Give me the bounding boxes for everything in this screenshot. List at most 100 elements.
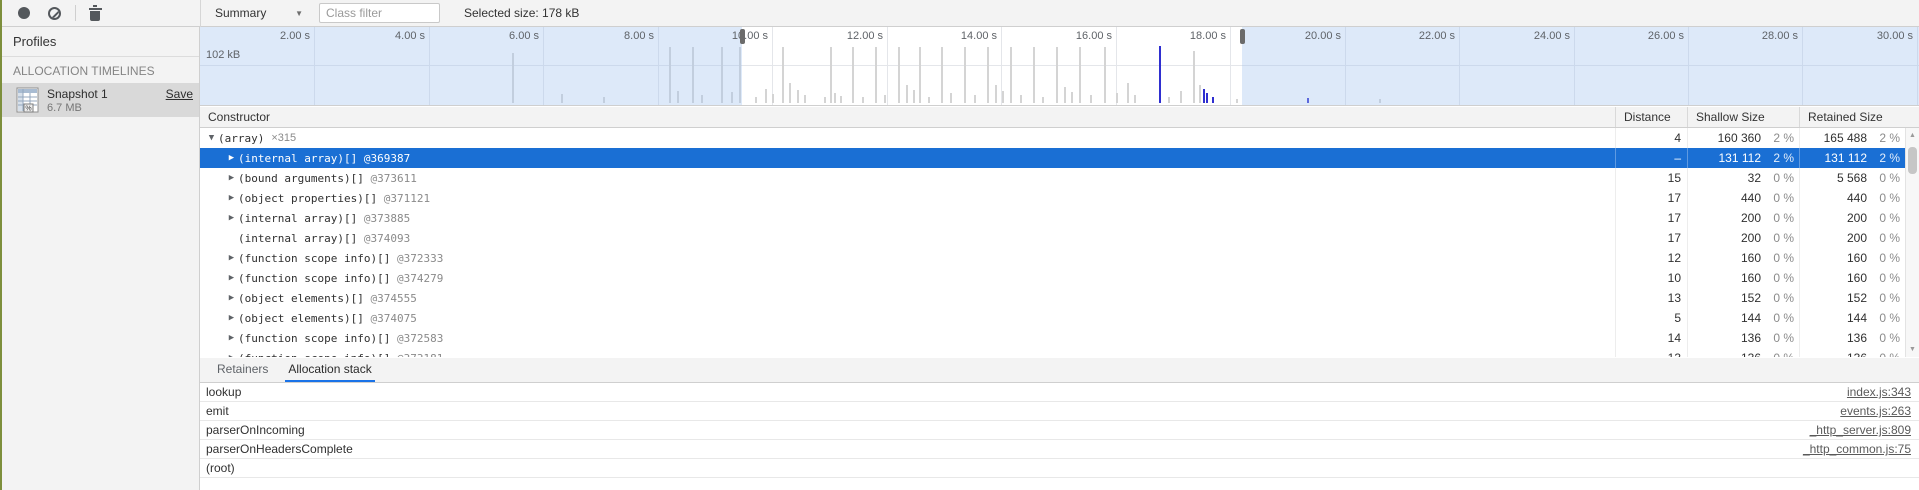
scroll-down-icon[interactable]: ▼ bbox=[1906, 343, 1919, 356]
toolbar-separator bbox=[75, 5, 76, 21]
heap-object-row-@374555[interactable]: ▶(object elements)[] @374555131520 %1520… bbox=[200, 288, 1905, 308]
expand-icon[interactable]: ▶ bbox=[225, 153, 238, 163]
expand-icon[interactable]: ▶ bbox=[225, 353, 238, 357]
constructor-name: (bound arguments)[] bbox=[238, 172, 370, 185]
expand-icon[interactable]: ▶ bbox=[225, 173, 238, 183]
scrollbar-thumb[interactable] bbox=[1908, 147, 1917, 174]
expand-icon[interactable]: ▶ bbox=[225, 273, 238, 283]
heap-object-row-@374279[interactable]: ▶(function scope info)[] @374279101600 %… bbox=[200, 268, 1905, 288]
allocation-bar-freed bbox=[974, 95, 976, 103]
retained-size-value: 200 bbox=[1800, 231, 1867, 245]
expand-icon[interactable]: ▶ bbox=[225, 253, 238, 263]
overview-tick-label: 28.00 s bbox=[1734, 30, 1798, 42]
stack-frame-row: lookupindex.js:343 bbox=[200, 383, 1919, 402]
devtools-memory-panel: Summary ▼ Selected size: 178 kB Profiles… bbox=[0, 0, 1919, 490]
shallow-size-percent: 0 % bbox=[1761, 211, 1799, 225]
retained-size-value: 5 568 bbox=[1800, 171, 1867, 185]
shallow-size-value: 200 bbox=[1688, 231, 1761, 245]
object-id: @369387 bbox=[364, 152, 410, 165]
column-header-distance[interactable]: Distance bbox=[1616, 107, 1688, 127]
heap-object-row--array-[interactable]: ▼(array)×3154160 3602 %165 4882 % bbox=[200, 128, 1905, 148]
constructor-name: (internal array)[] bbox=[238, 232, 364, 245]
allocation-bar-freed bbox=[875, 47, 877, 103]
heap-object-row-@371121[interactable]: ▶(object properties)[] @371121174400 %44… bbox=[200, 188, 1905, 208]
allocation-bar-freed bbox=[840, 96, 842, 103]
source-location-link[interactable]: index.js:343 bbox=[1847, 385, 1911, 399]
distance-value: 13 bbox=[1616, 288, 1688, 308]
heap-object-row-@374075[interactable]: ▶(object elements)[] @37407551440 %1440 … bbox=[200, 308, 1905, 328]
distance-value: 10 bbox=[1616, 268, 1688, 288]
allocation-bar-live bbox=[1203, 89, 1205, 103]
overview-dim-right bbox=[1242, 27, 1919, 105]
shallow-size-value: 160 bbox=[1688, 251, 1761, 265]
heap-object-row-@372333[interactable]: ▶(function scope info)[] @372333121600 %… bbox=[200, 248, 1905, 268]
snapshot-name: Snapshot 1 bbox=[47, 87, 108, 101]
profiler-toolbar: Summary ▼ Selected size: 178 kB bbox=[0, 0, 1919, 27]
allocation-bar-freed bbox=[928, 97, 930, 103]
class-filter-input[interactable] bbox=[319, 3, 440, 23]
collapse-icon[interactable]: ▼ bbox=[205, 133, 218, 143]
shallow-size-percent: 0 % bbox=[1761, 191, 1799, 205]
object-id: @371121 bbox=[384, 192, 430, 205]
snapshot-save-link[interactable]: Save bbox=[166, 87, 193, 101]
distance-value: 17 bbox=[1616, 188, 1688, 208]
heap-grid-header: Constructor Distance Shallow Size Retain… bbox=[200, 107, 1919, 128]
allocation-bar-freed bbox=[1002, 91, 1004, 103]
retained-size-value: 136 bbox=[1800, 331, 1867, 345]
column-header-constructor[interactable]: Constructor bbox=[200, 107, 1616, 127]
expand-icon[interactable]: ▶ bbox=[225, 213, 238, 223]
overview-tick-label: 14.00 s bbox=[933, 30, 997, 42]
column-header-retained-size[interactable]: Retained Size bbox=[1800, 107, 1905, 127]
source-location-link[interactable]: _http_server.js:809 bbox=[1810, 423, 1911, 437]
tab-allocation-stack[interactable]: Allocation stack bbox=[285, 358, 374, 382]
overview-tick-label: 8.00 s bbox=[590, 30, 654, 42]
shallow-size-percent: 0 % bbox=[1761, 291, 1799, 305]
selection-handle-right[interactable] bbox=[1240, 29, 1245, 44]
source-location-link[interactable]: events.js:263 bbox=[1840, 404, 1911, 418]
expand-icon[interactable]: ▶ bbox=[225, 313, 238, 323]
shallow-size-value: 160 bbox=[1688, 271, 1761, 285]
retained-size-percent: 0 % bbox=[1867, 171, 1905, 185]
allocation-bar-freed bbox=[1020, 95, 1022, 103]
sidebar-item-snapshot-1[interactable]: % Snapshot 1 Save 6.7 MB bbox=[2, 83, 199, 117]
heap-object-row-@373885[interactable]: ▶(internal array)[] @373885172000 %2000 … bbox=[200, 208, 1905, 228]
shallow-size-percent: 0 % bbox=[1761, 351, 1799, 357]
expand-icon[interactable]: ▶ bbox=[225, 293, 238, 303]
timeline-overview[interactable]: 102 kB2.00 s4.00 s6.00 s8.00 s10.00 s12.… bbox=[200, 27, 1919, 106]
overview-tick-label: 10.00 s bbox=[704, 30, 768, 42]
profiler-toolbar-left bbox=[2, 0, 200, 26]
heap-object-row-@374093[interactable]: (internal array)[] @374093172000 %2000 % bbox=[200, 228, 1905, 248]
allocation-bar-freed bbox=[782, 47, 784, 103]
instance-count: ×315 bbox=[271, 132, 296, 144]
record-button[interactable] bbox=[11, 0, 37, 26]
allocation-bar-freed bbox=[1090, 95, 1092, 103]
clear-profiles-button[interactable] bbox=[41, 0, 67, 26]
perspective-select[interactable]: Summary ▼ bbox=[215, 2, 307, 24]
shallow-size-percent: 0 % bbox=[1761, 171, 1799, 185]
heap-object-row-@373181[interactable]: ▶(function scope info)[] @373181131360 %… bbox=[200, 348, 1905, 357]
selection-handle-left[interactable] bbox=[740, 29, 745, 44]
source-location-link[interactable]: _http_common.js:75 bbox=[1803, 442, 1911, 456]
heap-object-row-@373611[interactable]: ▶(bound arguments)[] @37361115320 %5 568… bbox=[200, 168, 1905, 188]
allocation-bar-freed bbox=[1079, 47, 1081, 103]
shallow-size-value: 152 bbox=[1688, 291, 1761, 305]
grid-scrollbar[interactable]: ▲ ▼ bbox=[1905, 128, 1919, 357]
scroll-up-icon[interactable]: ▲ bbox=[1906, 129, 1919, 142]
allocation-stack-panel: lookupindex.js:343emitevents.js:263parse… bbox=[200, 383, 1919, 490]
heap-object-row-@369387[interactable]: ▶(internal array)[] @369387–131 1122 %13… bbox=[200, 148, 1905, 168]
shallow-size-value: 200 bbox=[1688, 211, 1761, 225]
snapshot-text: Snapshot 1 Save 6.7 MB bbox=[47, 87, 199, 114]
overview-tick-label: 18.00 s bbox=[1162, 30, 1226, 42]
constructor-name: (internal array)[] bbox=[238, 152, 364, 165]
allocation-bar-freed bbox=[950, 93, 952, 103]
shallow-size-percent: 0 % bbox=[1761, 311, 1799, 325]
heap-object-row-@372583[interactable]: ▶(function scope info)[] @372583141360 %… bbox=[200, 328, 1905, 348]
allocation-bar-freed bbox=[995, 85, 997, 103]
tab-retainers[interactable]: Retainers bbox=[214, 358, 271, 382]
delete-profile-button[interactable] bbox=[82, 0, 108, 26]
object-id: @373611 bbox=[370, 172, 416, 185]
expand-icon[interactable]: ▶ bbox=[225, 193, 238, 203]
retained-size-value: 136 bbox=[1800, 351, 1867, 357]
expand-icon[interactable]: ▶ bbox=[225, 333, 238, 343]
column-header-shallow-size[interactable]: Shallow Size bbox=[1688, 107, 1800, 127]
